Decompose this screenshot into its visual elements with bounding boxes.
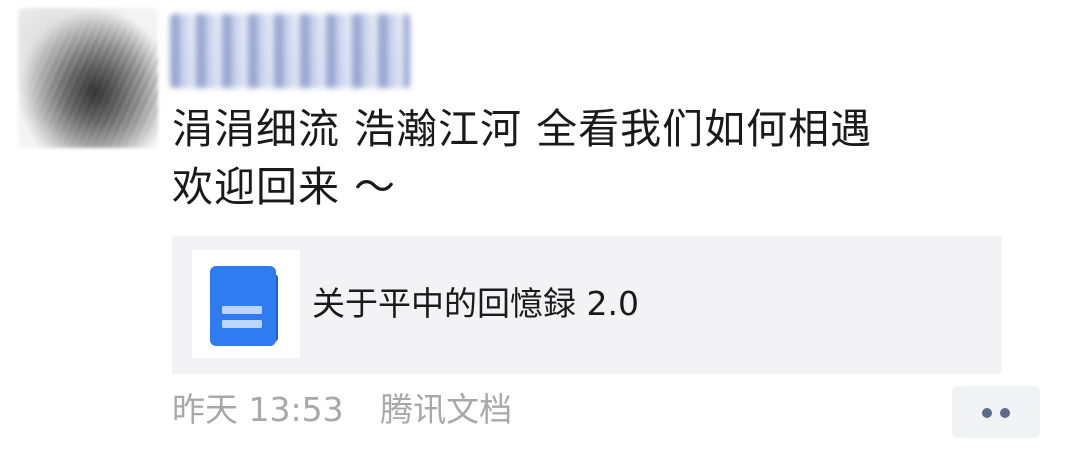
more-dots-icon	[1000, 408, 1010, 418]
blurred-nickname[interactable]	[170, 14, 410, 88]
more-actions-button[interactable]	[952, 386, 1040, 438]
post-source[interactable]: 腾讯文档	[380, 390, 512, 429]
tencent-docs-document-icon	[210, 266, 278, 346]
avatar[interactable]	[18, 8, 158, 148]
post-time: 昨天 13:53	[172, 390, 344, 429]
link-title: 关于平中的回憶録 2.0	[312, 284, 639, 323]
post-text-line-2: 欢迎回来 ～	[172, 163, 397, 211]
post-meta: 昨天 13:53 腾讯文档	[172, 388, 512, 432]
shared-link-card[interactable]: 关于平中的回憶録 2.0	[172, 236, 1002, 374]
post-text-line-1: 涓涓细流 浩瀚江河 全看我们如何相遇	[172, 105, 873, 153]
link-thumbnail	[192, 250, 300, 358]
post-text: 涓涓细流 浩瀚江河 全看我们如何相遇 欢迎回来 ～	[172, 100, 1032, 216]
more-dots-icon	[982, 408, 992, 418]
